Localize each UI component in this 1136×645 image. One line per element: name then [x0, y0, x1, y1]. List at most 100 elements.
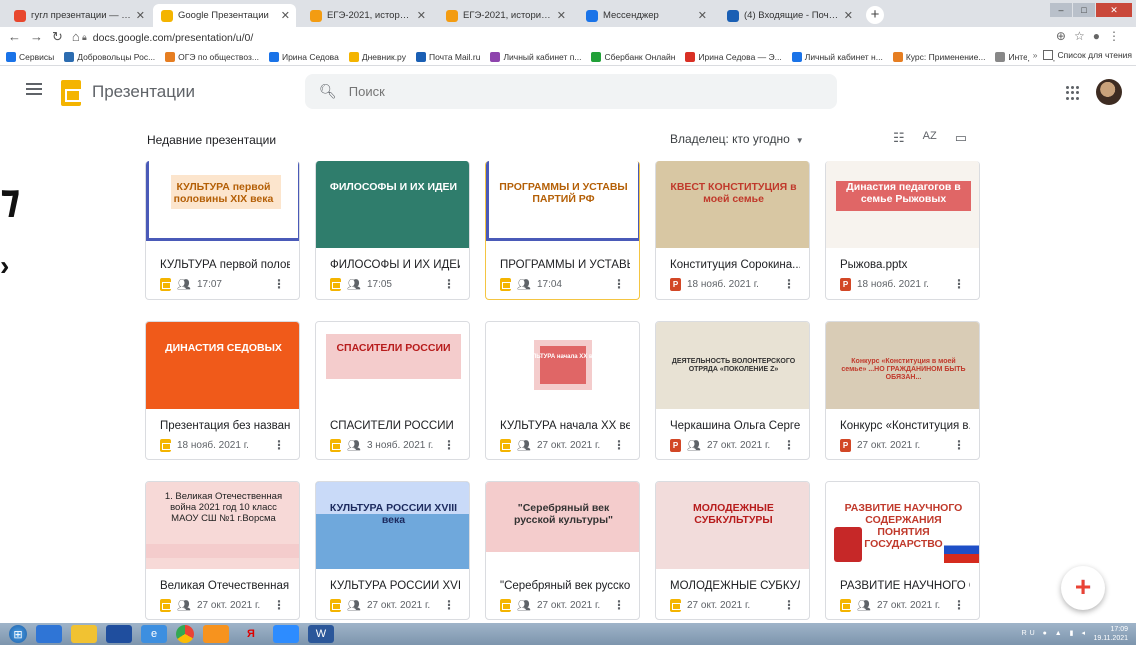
- start-button[interactable]: ⊞: [9, 625, 27, 643]
- presentation-name[interactable]: Великая Отечественная ...: [160, 580, 290, 592]
- more-options-icon[interactable]: ⋮: [273, 438, 285, 452]
- presentation-card[interactable]: КВЕСТ КОНСТИТУЦИЯ в моей семье Конституци…: [655, 161, 810, 300]
- taskbar-ie-icon[interactable]: e: [141, 625, 167, 643]
- bookmark-item[interactable]: Сбербанк Онлайн: [591, 51, 675, 62]
- sort-icon[interactable]: AZ: [923, 130, 937, 146]
- presentation-name[interactable]: Рыжова.pptx: [840, 259, 970, 271]
- slide-thumbnail[interactable]: ДЕЯТЕЛЬНОСТЬ ВОЛОНТЕРСКОГО ОТРЯДА «ПОКОЛ…: [656, 322, 809, 409]
- google-apps-icon[interactable]: [1066, 86, 1080, 100]
- more-options-icon[interactable]: ⋮: [613, 277, 625, 291]
- url-field[interactable]: 🔒︎ docs.google.com/presentation/u/0/: [82, 29, 976, 46]
- slide-thumbnail[interactable]: ФИЛОСОФЫ И ИХ ИДЕИ: [316, 161, 469, 248]
- tab-close-icon[interactable]: ✕: [844, 9, 853, 22]
- presentation-name[interactable]: Черкашина Ольга Серге...: [670, 420, 800, 432]
- slide-thumbnail[interactable]: РАЗВИТИЕ НАУЧНОГО СОДЕРЖАНИЯ ПОНЯТИЯ ГОС…: [826, 482, 979, 569]
- minimize-button[interactable]: –: [1050, 3, 1072, 17]
- browser-tab[interactable]: гугл презентации — Яндекс: на ✕: [6, 4, 151, 27]
- more-options-icon[interactable]: ⋮: [613, 438, 625, 452]
- more-options-icon[interactable]: ⋮: [783, 598, 795, 612]
- more-options-icon[interactable]: ⋮: [953, 438, 965, 452]
- slide-thumbnail[interactable]: МОЛОДЕЖНЫЕ СУБКУЛЬТУРЫ: [656, 482, 809, 569]
- list-view-icon[interactable]: ☷: [893, 130, 905, 146]
- bookmark-item[interactable]: Сервисы: [6, 51, 54, 62]
- app-title[interactable]: Презентации: [92, 82, 195, 102]
- presentation-card[interactable]: ДЕЯТЕЛЬНОСТЬ ВОЛОНТЕРСКОГО ОТРЯДА «ПОКОЛ…: [655, 321, 810, 460]
- lang-indicator[interactable]: RU: [1022, 630, 1038, 637]
- clock[interactable]: 17:09 19.11.2021: [1093, 625, 1128, 643]
- presentation-name[interactable]: КУЛЬТУРА РОССИИ XVIII...: [330, 580, 460, 592]
- new-presentation-button[interactable]: +: [1061, 566, 1105, 610]
- bookmark-item[interactable]: Почта Mail.ru: [415, 51, 480, 62]
- more-options-icon[interactable]: ⋮: [953, 598, 965, 612]
- slide-thumbnail[interactable]: ПРОГРАММЫ И УСТАВЫ ПАРТИЙ РФ: [486, 161, 639, 248]
- presentation-name[interactable]: Конституция Сорокина....: [670, 259, 800, 271]
- tab-close-icon[interactable]: ✕: [136, 9, 145, 22]
- slide-thumbnail[interactable]: КУЛЬТУРА начала XX века: [486, 322, 639, 409]
- browser-tab[interactable]: ЕГЭ-2021, история: задания, отв ✕: [302, 4, 432, 27]
- presentation-name[interactable]: МОЛОДЕЖНЫЕ СУБКУЛ...: [670, 580, 800, 592]
- folder-icon[interactable]: ▭: [955, 130, 967, 146]
- taskbar-word-icon[interactable]: W: [308, 625, 334, 643]
- presentation-card[interactable]: Династия педагогов в семье Рыжовых Рыжова…: [825, 161, 980, 300]
- presentation-card[interactable]: ФИЛОСОФЫ И ИХ ИДЕИ ФИЛОСОФЫ И ИХ ИДЕИ 👥︎ 17…: [315, 161, 470, 300]
- presentation-name[interactable]: "Серебряный век русско...: [500, 580, 630, 592]
- slide-thumbnail[interactable]: КУЛЬТУРА первой половины XIX века: [146, 161, 299, 248]
- bookmark-item[interactable]: Личный кабинет п...: [490, 51, 581, 62]
- owner-filter-dropdown[interactable]: Владелец: кто угодно ▼: [670, 132, 804, 146]
- bookmark-item[interactable]: ОГЭ по обществоз...: [165, 51, 259, 62]
- bookmark-item[interactable]: Добровольцы Рос...: [64, 51, 155, 62]
- more-options-icon[interactable]: ⋮: [443, 277, 455, 291]
- presentation-card[interactable]: КУЛЬТУРА РОССИИ XVIII века КУЛЬТУРА РОССИ…: [315, 481, 470, 620]
- tab-close-icon[interactable]: ✕: [417, 9, 426, 22]
- forward-icon[interactable]: →: [30, 29, 52, 44]
- more-options-icon[interactable]: ⋮: [783, 277, 795, 291]
- tab-close-icon[interactable]: ✕: [281, 9, 290, 22]
- presentation-name[interactable]: ПРОГРАММЫ И УСТАВЫ ...: [500, 259, 630, 271]
- presentation-name[interactable]: РАЗВИТИЕ НАУЧНОГО С...: [840, 580, 970, 592]
- bookmark-item[interactable]: Ирина Седова — Э...: [685, 51, 782, 62]
- more-options-icon[interactable]: ⋮: [273, 598, 285, 612]
- search-box[interactable]: 🔍︎: [305, 74, 837, 109]
- presentation-card[interactable]: ДИНАСТИЯ СЕДОВЫХ Презентация без назван..…: [145, 321, 300, 460]
- presentation-name[interactable]: Конкурс «Конституция в...: [840, 420, 970, 432]
- presentation-name[interactable]: ФИЛОСОФЫ И ИХ ИДЕИ: [330, 259, 460, 271]
- more-options-icon[interactable]: ⋮: [783, 438, 795, 452]
- star-icon[interactable]: ☆: [1074, 29, 1093, 43]
- main-menu-icon[interactable]: [26, 83, 42, 95]
- reading-list[interactable]: » Список для чтения: [1026, 50, 1132, 60]
- more-options-icon[interactable]: ⋮: [613, 598, 625, 612]
- more-options-icon[interactable]: ⋮: [953, 277, 965, 291]
- maximize-button[interactable]: □: [1073, 3, 1095, 17]
- browser-tab[interactable]: ЕГЭ-2021, история: задания, отв ✕: [438, 4, 572, 27]
- slide-thumbnail[interactable]: Конкурс «Конституция в моей семье» ...НО…: [826, 322, 979, 409]
- new-tab-button[interactable]: +: [866, 6, 884, 24]
- presentation-card[interactable]: Конкурс «Конституция в моей семье» ...НО…: [825, 321, 980, 460]
- presentation-name[interactable]: КУЛЬТУРА первой полов...: [160, 259, 290, 271]
- presentation-card[interactable]: МОЛОДЕЖНЫЕ СУБКУЛЬТУРЫ МОЛОДЕЖНЫЕ СУБКУЛ.…: [655, 481, 810, 620]
- more-options-icon[interactable]: ⋮: [443, 438, 455, 452]
- search-input[interactable]: [348, 84, 749, 99]
- taskbar-media-icon[interactable]: [36, 625, 62, 643]
- extension-icon[interactable]: ●: [1093, 29, 1108, 43]
- zoom-icon[interactable]: ⊕: [1056, 29, 1074, 43]
- browser-tab[interactable]: (4) Входящие - Почта Mail.ru ✕: [719, 4, 859, 27]
- taskbar-explorer-icon[interactable]: [71, 625, 97, 643]
- taskbar-save-icon[interactable]: [106, 625, 132, 643]
- close-window-button[interactable]: ✕: [1096, 3, 1132, 17]
- slide-thumbnail[interactable]: Династия педагогов в семье Рыжовых: [826, 161, 979, 248]
- search-icon[interactable]: 🔍︎: [319, 83, 337, 100]
- browser-tab[interactable]: Google Презентации ✕: [153, 4, 296, 27]
- taskbar-ok-icon[interactable]: [203, 625, 229, 643]
- more-options-icon[interactable]: ⋮: [273, 277, 285, 291]
- bookmark-item[interactable]: Личный кабинет н...: [791, 51, 883, 62]
- back-icon[interactable]: ←: [8, 29, 30, 44]
- menu-dots-icon[interactable]: ⋮: [1108, 29, 1128, 43]
- tab-close-icon[interactable]: ✕: [698, 9, 707, 22]
- presentation-name[interactable]: Презентация без назван...: [160, 420, 290, 432]
- presentation-card[interactable]: КУЛЬТУРА начала XX века КУЛЬТУРА начала X…: [485, 321, 640, 460]
- presentation-card[interactable]: "Серебряный век русской культуры" "Серебр…: [485, 481, 640, 620]
- bookmark-item[interactable]: Дневник.ру: [348, 51, 406, 62]
- presentation-card[interactable]: КУЛЬТУРА первой половины XIX века КУЛЬТУР…: [145, 161, 300, 300]
- presentation-card[interactable]: ПРОГРАММЫ И УСТАВЫ ПАРТИЙ РФ ПРОГРАММЫ И …: [485, 161, 640, 300]
- slide-thumbnail[interactable]: СПАСИТЕЛИ РОССИИ: [316, 322, 469, 409]
